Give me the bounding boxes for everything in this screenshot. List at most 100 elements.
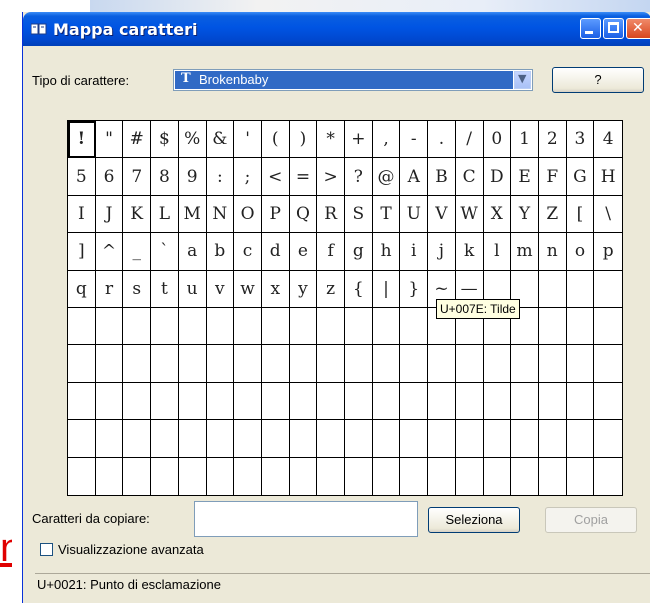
character-cell[interactable] (123, 420, 152, 458)
character-cell[interactable]: Q (289, 195, 318, 234)
character-cell[interactable]: b (206, 233, 235, 271)
character-cell[interactable] (372, 420, 401, 458)
character-cell[interactable] (400, 382, 429, 421)
character-cell[interactable] (289, 345, 318, 383)
character-cell[interactable]: " (95, 121, 124, 159)
character-cell[interactable] (484, 457, 512, 495)
character-cell[interactable] (289, 420, 318, 458)
character-cell[interactable] (400, 457, 429, 495)
character-cell[interactable]: T (372, 195, 401, 234)
character-cell[interactable]: # (123, 121, 152, 159)
character-cell[interactable] (95, 345, 124, 383)
character-cell[interactable]: n (538, 233, 567, 271)
character-cell[interactable] (566, 382, 595, 421)
character-cell[interactable]: { (345, 270, 373, 308)
character-cell[interactable]: o (566, 233, 595, 271)
character-cell[interactable] (594, 345, 622, 383)
character-cell[interactable]: q (68, 270, 96, 308)
character-cell[interactable]: p (594, 233, 622, 271)
character-cell[interactable]: s (123, 270, 152, 308)
character-cell[interactable] (123, 345, 152, 383)
character-cell[interactable] (594, 420, 622, 458)
character-cell[interactable] (373, 457, 401, 495)
character-cell[interactable]: ( (261, 121, 290, 159)
character-cell[interactable]: X (483, 195, 512, 234)
character-cell[interactable]: - (400, 121, 429, 159)
character-cell[interactable]: . (428, 121, 456, 159)
character-cell[interactable] (428, 420, 456, 458)
character-cell[interactable] (178, 382, 207, 421)
character-cell[interactable] (151, 420, 179, 458)
character-cell[interactable]: w (234, 270, 262, 308)
font-dropdown[interactable]: T Brokenbaby ▼ (173, 69, 533, 91)
character-cell[interactable]: k (455, 233, 484, 271)
character-cell[interactable] (428, 345, 456, 383)
character-cell[interactable]: J (95, 195, 124, 234)
character-cell[interactable] (511, 345, 539, 383)
character-cell[interactable]: C (455, 158, 484, 196)
character-cell[interactable] (68, 345, 96, 383)
character-cell[interactable] (538, 308, 567, 346)
character-cell[interactable] (206, 308, 235, 346)
character-cell[interactable] (345, 457, 373, 495)
character-cell[interactable]: c (234, 233, 262, 271)
character-cell[interactable] (566, 420, 595, 458)
character-cell[interactable]: > (317, 158, 345, 196)
character-cell[interactable]: E (511, 158, 539, 196)
dropdown-arrow-button[interactable]: ▼ (514, 71, 531, 89)
character-cell[interactable] (68, 308, 96, 346)
character-cell[interactable]: < (261, 158, 290, 196)
character-cell[interactable]: U (400, 195, 429, 234)
character-cell[interactable] (538, 420, 567, 458)
character-cell[interactable]: f (317, 233, 345, 271)
character-cell[interactable]: I (68, 195, 96, 234)
character-cell[interactable]: Z (538, 195, 567, 234)
character-cell[interactable]: R (317, 195, 345, 234)
character-cell[interactable] (261, 345, 290, 383)
character-cell[interactable] (317, 308, 345, 346)
character-cell[interactable]: K (123, 195, 152, 234)
character-cell[interactable] (566, 308, 595, 346)
character-cell[interactable]: S (345, 195, 373, 234)
character-cell[interactable] (262, 457, 290, 495)
character-cell[interactable]: $ (151, 121, 179, 159)
character-cell[interactable]: ? (345, 158, 373, 196)
character-cell[interactable] (317, 382, 345, 421)
character-cell[interactable] (207, 457, 235, 495)
character-cell[interactable]: ] (68, 233, 96, 271)
help-button[interactable]: ? (552, 67, 644, 93)
character-cell[interactable] (178, 345, 207, 383)
character-cell[interactable]: @ (372, 158, 401, 196)
character-cell[interactable] (483, 420, 512, 458)
character-cell[interactable] (538, 382, 567, 421)
character-cell[interactable]: x (261, 270, 290, 308)
character-cell[interactable] (234, 420, 262, 458)
character-cell[interactable] (345, 308, 373, 346)
character-cell[interactable]: ` (151, 233, 179, 271)
character-cell[interactable] (234, 308, 262, 346)
character-cell[interactable]: V (428, 195, 456, 234)
character-cell[interactable] (539, 457, 567, 495)
character-cell[interactable] (400, 420, 429, 458)
character-cell[interactable] (456, 457, 484, 495)
character-cell[interactable] (511, 382, 539, 421)
character-cell[interactable] (594, 271, 622, 308)
character-cell[interactable] (234, 457, 262, 495)
character-cell[interactable]: i (400, 233, 429, 271)
character-cell[interactable] (538, 270, 567, 308)
character-cell[interactable]: } (400, 270, 429, 308)
character-cell[interactable]: ) (289, 121, 318, 159)
character-cell[interactable] (289, 308, 318, 346)
character-cell[interactable]: G (566, 158, 595, 196)
character-cell[interactable]: & (206, 121, 235, 159)
character-cell[interactable] (567, 457, 595, 495)
characters-to-copy-input[interactable] (194, 501, 418, 537)
character-cell[interactable]: M (178, 195, 207, 234)
character-cell[interactable] (455, 420, 484, 458)
character-cell[interactable] (289, 382, 318, 421)
character-cell[interactable] (206, 345, 235, 383)
character-cell[interactable] (123, 382, 152, 421)
character-cell[interactable] (68, 457, 96, 495)
character-cell[interactable] (483, 345, 512, 383)
character-cell[interactable] (400, 308, 429, 346)
